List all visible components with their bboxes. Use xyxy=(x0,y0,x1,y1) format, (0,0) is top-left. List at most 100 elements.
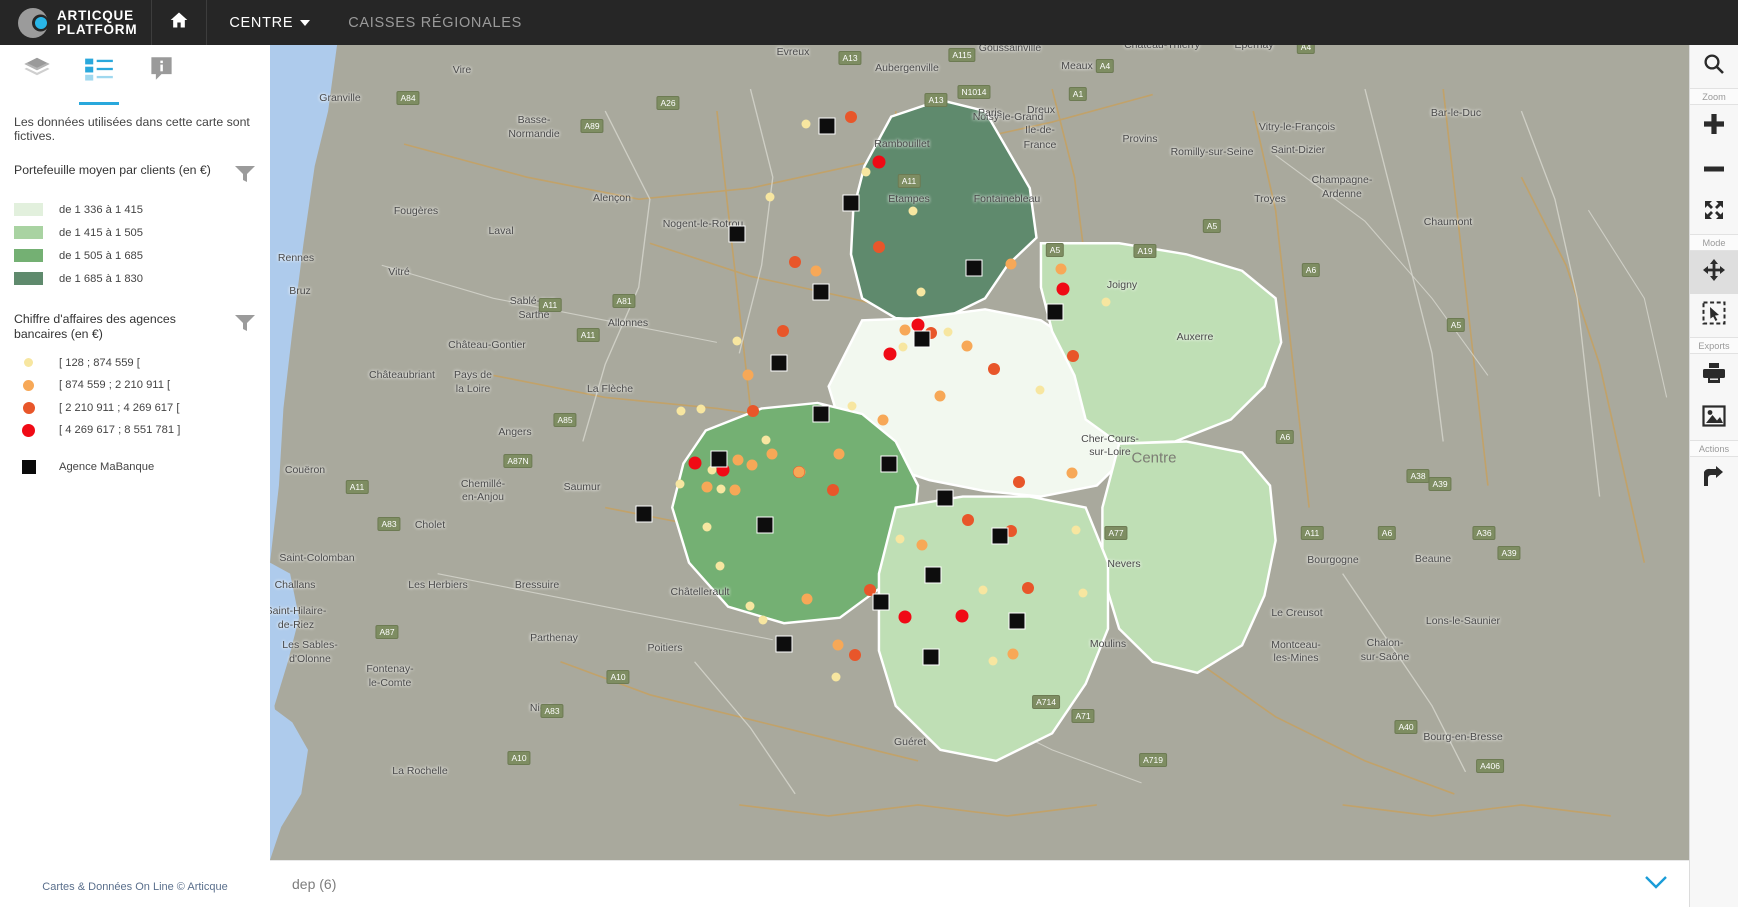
home-button[interactable] xyxy=(152,0,206,45)
map-site-point[interactable] xyxy=(847,401,857,411)
map-site-point[interactable] xyxy=(1013,476,1025,488)
map-site-point[interactable] xyxy=(895,534,905,544)
logout-action-button[interactable] xyxy=(1690,457,1738,500)
search-button[interactable] xyxy=(1690,45,1738,88)
map-site-point[interactable] xyxy=(766,448,778,460)
chevron-down-icon[interactable] xyxy=(1645,875,1667,894)
map-agency-marker[interactable] xyxy=(880,455,898,473)
map-site-point[interactable] xyxy=(765,192,775,202)
map-site-point[interactable] xyxy=(845,111,857,123)
map-site-point[interactable] xyxy=(899,324,911,336)
funnel-filter-icon-points[interactable] xyxy=(234,313,256,338)
map-site-point[interactable] xyxy=(1078,588,1088,598)
map-site-point[interactable] xyxy=(831,672,841,682)
map-agency-marker[interactable] xyxy=(936,489,954,507)
map-site-point[interactable] xyxy=(742,369,754,381)
project-menu-centre[interactable]: CENTRE xyxy=(207,0,332,45)
map-site-point[interactable] xyxy=(988,363,1000,375)
map-site-point[interactable] xyxy=(1035,385,1045,395)
map-agency-marker[interactable] xyxy=(710,450,728,468)
map-agency-marker[interactable] xyxy=(991,527,1009,545)
map-agency-marker[interactable] xyxy=(842,194,860,212)
map-site-point[interactable] xyxy=(745,601,755,611)
map-site-point[interactable] xyxy=(916,287,926,297)
map-site-point[interactable] xyxy=(702,522,712,532)
map-agency-marker[interactable] xyxy=(872,593,890,611)
map-site-point[interactable] xyxy=(732,336,742,346)
map-site-point[interactable] xyxy=(849,649,861,661)
map-site-point[interactable] xyxy=(746,459,758,471)
map-agency-marker[interactable] xyxy=(922,648,940,666)
sidebar-footer-link[interactable]: Cartes & Données On Line © Articque xyxy=(0,881,270,893)
map-site-point[interactable] xyxy=(715,561,725,571)
legend-point-row[interactable]: [ 874 559 ; 2 210 911 [ xyxy=(14,374,256,397)
map-site-point[interactable] xyxy=(1067,350,1079,362)
map-site-point[interactable] xyxy=(978,585,988,595)
map-agency-marker[interactable] xyxy=(913,330,931,348)
legend-class-row[interactable]: de 1 336 à 1 415 xyxy=(14,198,256,221)
map-agency-marker[interactable] xyxy=(924,566,942,584)
map-site-point[interactable] xyxy=(873,241,885,253)
select-mode-button[interactable] xyxy=(1690,294,1738,337)
pan-mode-button[interactable] xyxy=(1689,251,1738,294)
map-site-point[interactable] xyxy=(877,414,889,426)
map-site-point[interactable] xyxy=(934,390,946,402)
map-site-point[interactable] xyxy=(1022,582,1034,594)
map-site-point[interactable] xyxy=(716,484,726,494)
map-site-point[interactable] xyxy=(732,454,744,466)
map-site-point[interactable] xyxy=(675,479,685,489)
map-site-point[interactable] xyxy=(833,448,845,460)
map-agency-marker[interactable] xyxy=(728,225,746,243)
map-site-point[interactable] xyxy=(729,484,741,496)
map-site-point[interactable] xyxy=(801,593,813,605)
print-button[interactable] xyxy=(1690,354,1738,397)
map-agency-marker[interactable] xyxy=(965,259,983,277)
map-canvas[interactable]: Granville Evreux Goussainville Château-Thie… xyxy=(270,45,1689,860)
map-site-point[interactable] xyxy=(1101,297,1111,307)
tab-layers[interactable] xyxy=(6,45,68,97)
map-site-point[interactable] xyxy=(832,639,844,651)
map-site-point[interactable] xyxy=(962,514,974,526)
tab-info[interactable] xyxy=(130,45,192,97)
legend-point-row[interactable]: [ 128 ; 874 559 [ xyxy=(14,352,256,375)
map-site-point[interactable] xyxy=(758,615,768,625)
map-site-point[interactable] xyxy=(955,609,969,623)
legend-class-row[interactable]: de 1 685 à 1 830 xyxy=(14,267,256,290)
map-site-point[interactable] xyxy=(777,325,789,337)
map-site-point[interactable] xyxy=(688,456,702,470)
legend-class-row[interactable]: de 1 415 à 1 505 xyxy=(14,221,256,244)
legend-class-row[interactable]: de 1 505 à 1 685 xyxy=(14,244,256,267)
map-site-point[interactable] xyxy=(1055,263,1067,275)
map-agency-marker[interactable] xyxy=(1008,612,1026,630)
legend-point-row[interactable]: [ 4 269 617 ; 8 551 781 ] xyxy=(14,419,256,442)
map-site-point[interactable] xyxy=(943,327,953,337)
map-site-point[interactable] xyxy=(1056,282,1070,296)
zoom-fit-button[interactable] xyxy=(1690,191,1738,234)
map-site-point[interactable] xyxy=(789,256,801,268)
map-site-point[interactable] xyxy=(1066,467,1078,479)
map-agency-marker[interactable] xyxy=(812,283,830,301)
map-site-point[interactable] xyxy=(810,265,822,277)
map-site-point[interactable] xyxy=(827,484,839,496)
tab-legend[interactable] xyxy=(68,45,130,105)
map-site-point[interactable] xyxy=(1005,258,1017,270)
map-agency-marker[interactable] xyxy=(818,117,836,135)
nav-link-caisses-regionales[interactable]: CAISSES RÉGIONALES xyxy=(332,0,538,45)
map-site-point[interactable] xyxy=(883,347,897,361)
export-image-button[interactable] xyxy=(1690,397,1738,440)
map-site-point[interactable] xyxy=(761,435,771,445)
map-site-point[interactable] xyxy=(801,119,811,129)
map-site-point[interactable] xyxy=(696,404,706,414)
zoom-out-button[interactable] xyxy=(1690,148,1738,191)
map-site-point[interactable] xyxy=(898,610,912,624)
map-site-point[interactable] xyxy=(701,481,713,493)
map-agency-marker[interactable] xyxy=(756,516,774,534)
map-site-point[interactable] xyxy=(676,406,686,416)
map-agency-marker[interactable] xyxy=(770,354,788,372)
map-site-point[interactable] xyxy=(872,155,886,169)
funnel-filter-icon-choropleth[interactable] xyxy=(234,164,256,189)
map-site-point[interactable] xyxy=(861,167,871,177)
map-site-point[interactable] xyxy=(898,342,908,352)
zoom-in-button[interactable] xyxy=(1690,105,1738,148)
map-agency-marker[interactable] xyxy=(635,505,653,523)
